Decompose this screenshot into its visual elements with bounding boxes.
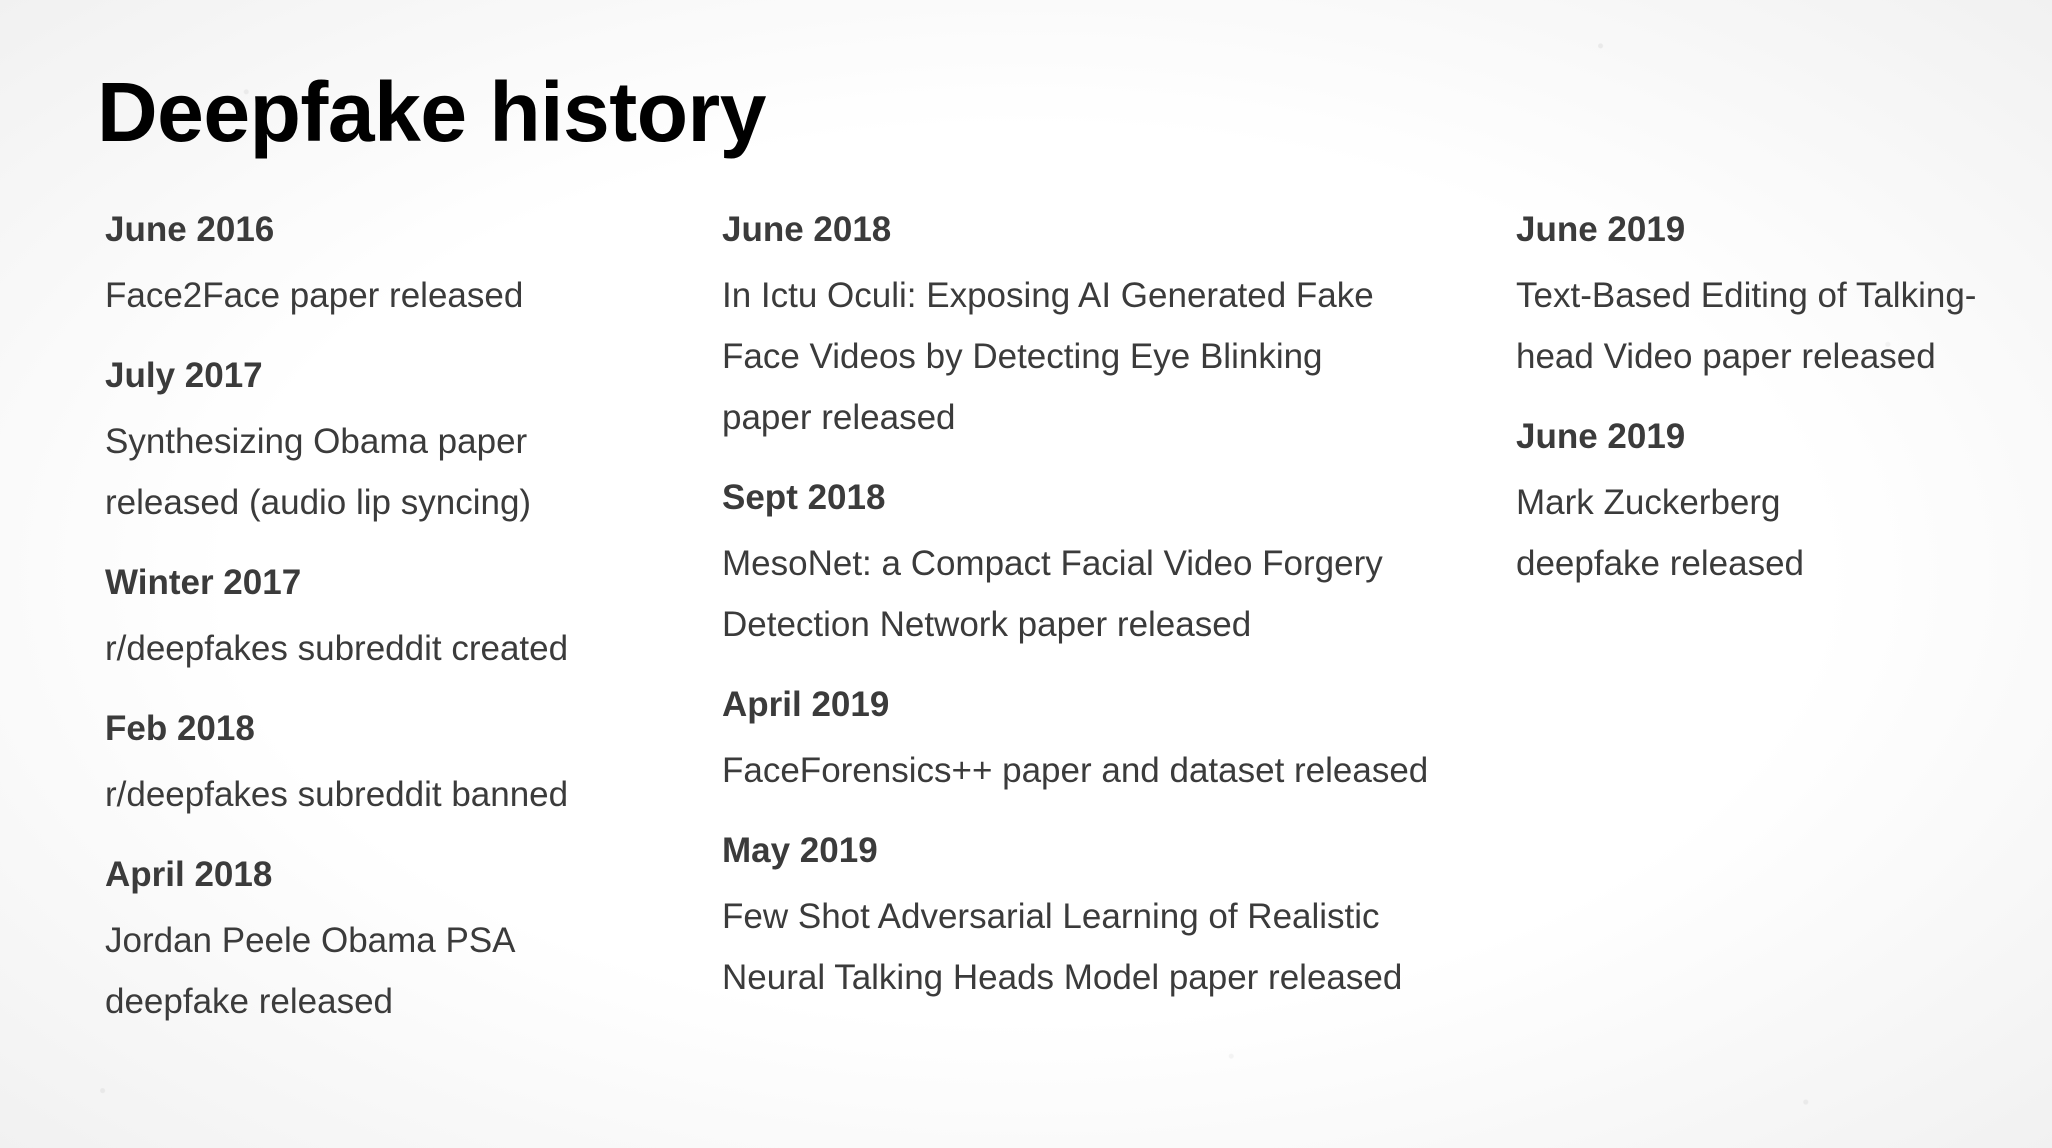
- entry-date: Winter 2017: [105, 563, 302, 602]
- timeline-entry: Feb 2018 r/deepfakes subreddit banned: [105, 703, 665, 825]
- entry-description-line: r/deepfakes subreddit created: [105, 629, 569, 668]
- entry-description-line: Jordan Peele Obama PSA: [105, 921, 516, 960]
- timeline-entry: April 2018 Jordan Peele Obama PSA deepfa…: [105, 849, 665, 1032]
- entry-date: July 2017: [105, 356, 263, 395]
- timeline-entry: June 2016 Face2Face paper released: [105, 204, 665, 326]
- entry-description-line: Text-Based Editing of Talking-: [1516, 276, 1977, 315]
- entry-date: May 2019: [722, 831, 878, 870]
- entry-description-line: deepfake released: [105, 982, 393, 1021]
- slide: { "title": "Deepfake history", "columns"…: [0, 0, 2052, 1148]
- timeline-entry: Sept 2018 MesoNet: a Compact Facial Vide…: [722, 472, 1512, 655]
- slide-title: Deepfake history: [97, 65, 766, 159]
- timeline-entry: July 2017 Synthesizing Obama paper relea…: [105, 350, 665, 533]
- entry-date: June 2016: [105, 210, 275, 249]
- entry-description-line: Detection Network paper released: [722, 605, 1252, 644]
- entry-date: June 2019: [1516, 417, 1686, 456]
- timeline-entry: June 2019 Mark Zuckerberg deepfake relea…: [1516, 411, 2016, 594]
- entry-description-line: Synthesizing Obama paper: [105, 422, 528, 461]
- timeline-entry: Winter 2017 r/deepfakes subreddit create…: [105, 557, 665, 679]
- entry-description-line: Few Shot Adversarial Learning of Realist…: [722, 897, 1380, 936]
- entry-date: April 2019: [722, 685, 890, 724]
- entry-date: Sept 2018: [722, 478, 886, 517]
- entry-description-line: MesoNet: a Compact Facial Video Forgery: [722, 544, 1383, 583]
- entry-description-line: head Video paper released: [1516, 337, 1936, 376]
- entry-date: June 2018: [722, 210, 892, 249]
- entry-description-line: In Ictu Oculi: Exposing AI Generated Fak…: [722, 276, 1374, 315]
- entry-description-line: paper released: [722, 398, 956, 437]
- entry-date: April 2018: [105, 855, 273, 894]
- entry-date: June 2019: [1516, 210, 1686, 249]
- timeline-entry: May 2019 Few Shot Adversarial Learning o…: [722, 825, 1512, 1008]
- entry-description-line: Mark Zuckerberg: [1516, 483, 1781, 522]
- timeline-column-1: June 2016 Face2Face paper released July …: [105, 204, 665, 1056]
- entry-description-line: deepfake released: [1516, 544, 1804, 583]
- entry-description-line: Neural Talking Heads Model paper release…: [722, 958, 1403, 997]
- timeline-column-3: June 2019 Text-Based Editing of Talking-…: [1516, 204, 2016, 618]
- timeline-entry: June 2018 In Ictu Oculi: Exposing AI Gen…: [722, 204, 1512, 448]
- timeline-column-2: June 2018 In Ictu Oculi: Exposing AI Gen…: [722, 204, 1512, 1032]
- entry-description-line: Face Videos by Detecting Eye Blinking: [722, 337, 1323, 376]
- timeline-entry: April 2019 FaceForensics++ paper and dat…: [722, 679, 1512, 801]
- timeline-entry: June 2019 Text-Based Editing of Talking-…: [1516, 204, 2016, 387]
- entry-description-line: Face2Face paper released: [105, 276, 524, 315]
- entry-description-line: FaceForensics++ paper and dataset releas…: [722, 751, 1429, 790]
- entry-date: Feb 2018: [105, 709, 255, 748]
- entry-description-line: released (audio lip syncing): [105, 483, 532, 522]
- entry-description-line: r/deepfakes subreddit banned: [105, 775, 569, 814]
